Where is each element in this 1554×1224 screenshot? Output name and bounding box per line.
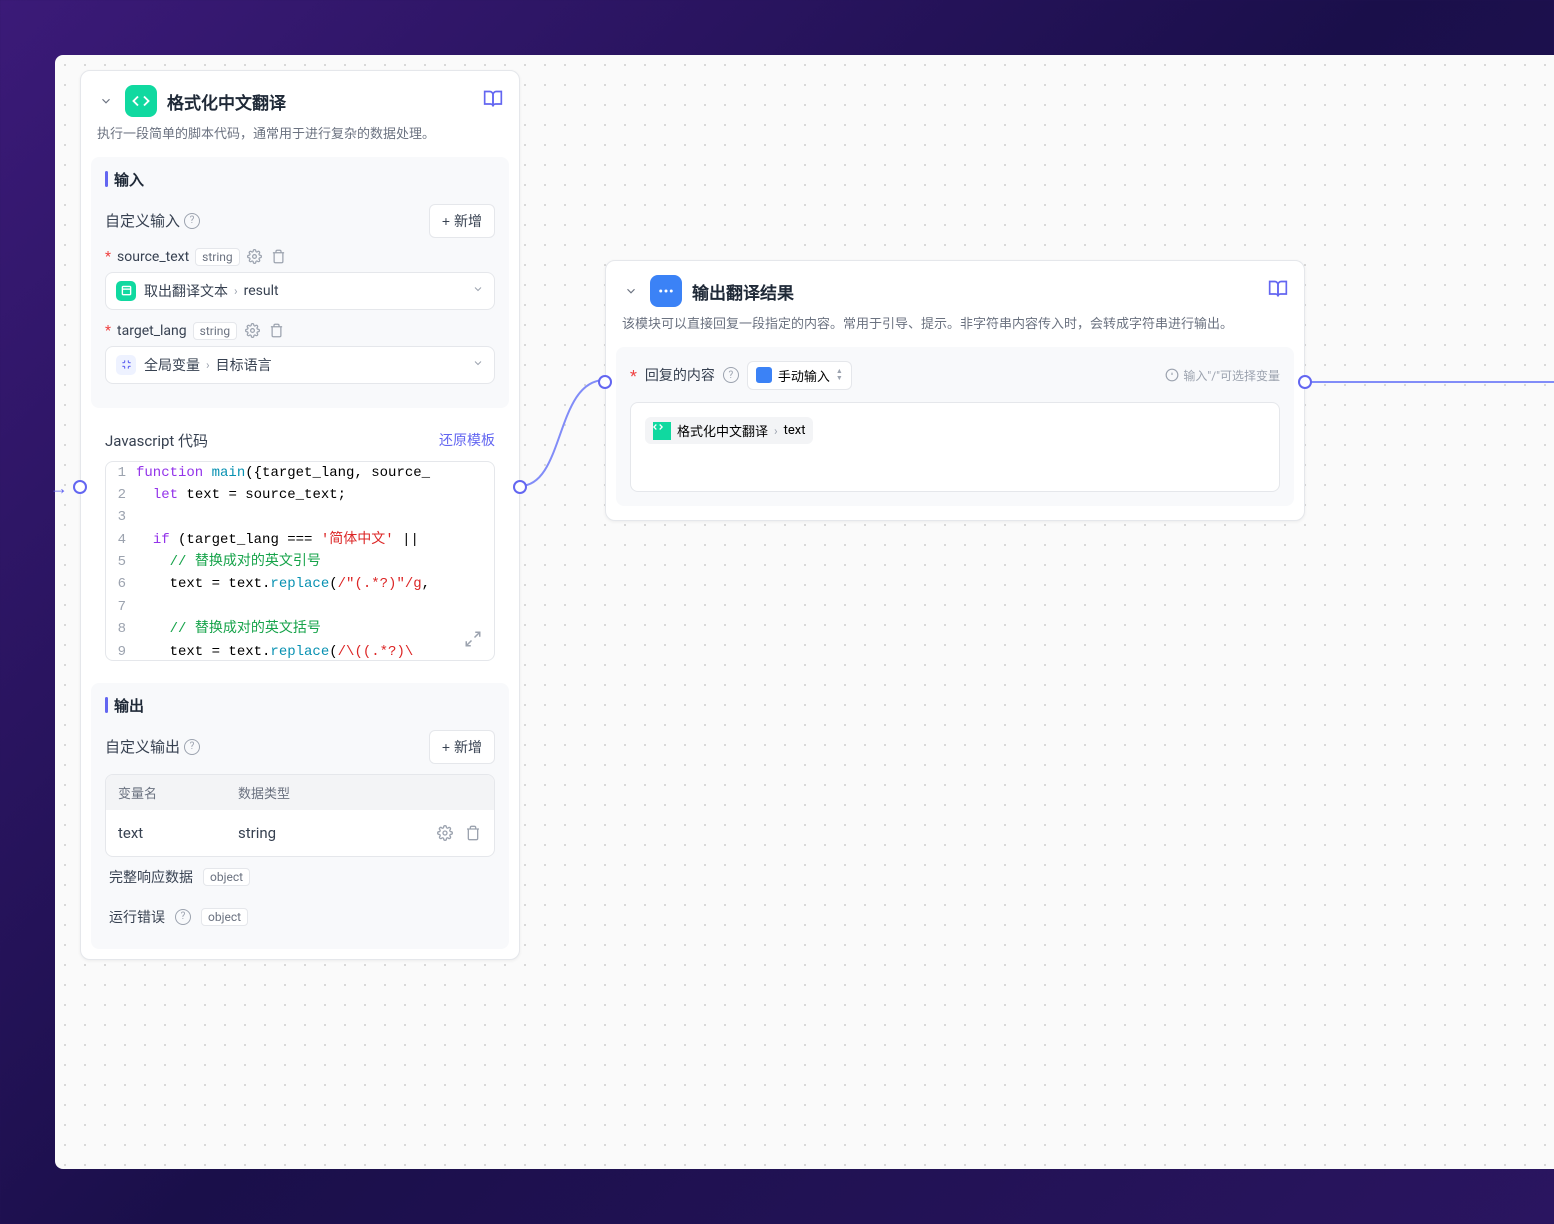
output-node-icon (650, 275, 682, 307)
gear-icon[interactable] (436, 824, 454, 842)
output-node[interactable]: 输出翻译结果 该模块可以直接回复一段指定的内容。常用于引导、提示。非字符串内容传… (605, 260, 1305, 521)
full-response-row: 完整响应数据 object (105, 857, 495, 897)
trash-icon[interactable] (464, 824, 482, 842)
custom-output-label: 自定义输出 ? (105, 736, 200, 757)
workflow-canvas[interactable]: → 格式化中文翻译 执行一段简单的脚本代码，通常用于进行复杂的数据处理。 输入 (55, 55, 1554, 1169)
type-badge: string (193, 322, 237, 340)
table-row: text string (106, 810, 494, 856)
node-left-output-port[interactable] (513, 480, 527, 494)
code-line: 9 text = text.replace(/\((.​*?)\ (106, 641, 494, 661)
ref-source: 取出翻译文本 (144, 281, 228, 301)
output-table: 变量名 数据类型 text string (105, 774, 495, 857)
output-var-type: string (238, 824, 436, 842)
doc-icon (756, 367, 772, 383)
gear-icon[interactable] (246, 248, 264, 266)
node-header: 格式化中文翻译 (81, 71, 519, 125)
ref-source-icon (116, 281, 136, 301)
code-line: 4 if (target_lang === '简体中文' || (106, 529, 494, 551)
param-name: target_lang (117, 323, 187, 339)
ref-source-icon (116, 355, 136, 375)
table-header-datatype: 数据类型 (238, 783, 482, 802)
ref-source: 全局变量 (144, 355, 200, 375)
type-badge: object (201, 908, 248, 926)
output-section: 输出 自定义输出 ? + 新增 变量名 数据类型 text string (91, 683, 509, 949)
param-row: * target_lang string 全局变量 › 目标语言 (105, 322, 495, 384)
custom-input-label: 自定义输入 ? (105, 210, 200, 231)
expand-code-icon[interactable] (464, 630, 488, 654)
ref-field: 目标语言 (216, 355, 272, 375)
help-icon[interactable]: ? (184, 213, 200, 229)
section-accent-bar (105, 171, 108, 187)
node-description: 执行一段简单的脚本代码，通常用于进行复杂的数据处理。 (81, 125, 519, 157)
docs-icon[interactable] (1268, 279, 1288, 303)
chevron-down-icon (472, 283, 484, 298)
required-indicator: * (105, 323, 111, 339)
code-line: 1function main({target_lang, source_ (106, 462, 494, 484)
param-row: * source_text string 取出翻译文本 › result (105, 248, 495, 310)
collapse-chevron-icon[interactable] (622, 282, 640, 300)
run-error-row: 运行错误 ? object (105, 897, 495, 937)
table-header-varname: 变量名 (118, 783, 238, 802)
ref-field: result (244, 283, 279, 299)
code-title: Javascript 代码 (105, 430, 208, 451)
help-icon[interactable]: ? (175, 909, 191, 925)
code-line: 2 let text = source_text; (106, 484, 494, 506)
node-left-input-port[interactable] (73, 480, 87, 494)
help-icon[interactable]: ? (723, 367, 739, 383)
code-line: 5 // 替换成对的英文引号 (106, 551, 494, 573)
node-header: 输出翻译结果 (606, 261, 1304, 315)
required-indicator: * (630, 366, 637, 385)
chevron-right-icon: › (774, 424, 778, 438)
collapse-chevron-icon[interactable] (97, 92, 115, 110)
add-input-button[interactable]: + 新增 (429, 204, 495, 238)
updown-icon: ▲▼ (836, 368, 843, 382)
trash-icon[interactable] (267, 322, 285, 340)
output-var-name: text (118, 824, 238, 842)
type-badge: object (203, 868, 250, 886)
param-value-select[interactable]: 取出翻译文本 › result (105, 272, 495, 310)
script-node[interactable]: 格式化中文翻译 执行一段简单的脚本代码，通常用于进行复杂的数据处理。 输入 自定… (80, 70, 520, 960)
node-right-output-port[interactable] (1298, 375, 1312, 389)
trash-icon[interactable] (270, 248, 288, 266)
param-name: source_text (117, 249, 189, 265)
reply-content-area[interactable]: 格式化中文翻译 › text (630, 402, 1280, 492)
section-accent-bar (105, 697, 108, 713)
chevron-down-icon (472, 357, 484, 372)
node-right-input-port[interactable] (598, 375, 612, 389)
reply-section: * 回复的内容 ? 手动输入 ▲▼ 输入"/"可选择变量 (616, 347, 1294, 506)
incoming-arrow-icon: → (50, 478, 68, 499)
reply-label: 回复的内容 (645, 365, 715, 385)
chevron-right-icon: › (206, 358, 210, 372)
input-section: 输入 自定义输入 ? + 新增 * source_text string 取出翻… (91, 157, 509, 408)
gear-icon[interactable] (243, 322, 261, 340)
code-line: 3 (106, 506, 494, 528)
script-node-icon (125, 85, 157, 117)
code-line: 8 // 替换成对的英文括号 (106, 618, 494, 640)
help-icon[interactable]: ? (184, 739, 200, 755)
required-indicator: * (105, 249, 111, 265)
input-section-title: 输入 (114, 169, 144, 190)
script-ref-icon (653, 422, 671, 440)
code-line: 6 text = text.replace(/"(.​*?)"/g, (106, 573, 494, 595)
chevron-right-icon: › (234, 284, 238, 298)
output-section-title: 输出 (114, 695, 144, 716)
node-title: 格式化中文翻译 (167, 89, 473, 114)
variable-chip[interactable]: 格式化中文翻译 › text (645, 417, 813, 444)
add-output-button[interactable]: + 新增 (429, 730, 495, 764)
node-title: 输出翻译结果 (692, 279, 1258, 304)
docs-icon[interactable] (483, 89, 503, 113)
code-section: Javascript 代码 还原模板 1function main({targe… (91, 418, 509, 673)
reply-hint: 输入"/"可选择变量 (1165, 367, 1280, 384)
param-value-select[interactable]: 全局变量 › 目标语言 (105, 346, 495, 384)
input-mode-select[interactable]: 手动输入 ▲▼ (747, 361, 852, 390)
node-description: 该模块可以直接回复一段指定的内容。常用于引导、提示。非字符串内容传入时，会转成字… (606, 315, 1304, 347)
type-badge: string (195, 248, 239, 266)
code-editor[interactable]: 1function main({target_lang, source_2 le… (105, 461, 495, 661)
restore-template-link[interactable]: 还原模板 (439, 430, 495, 450)
code-line: 7 (106, 596, 494, 618)
